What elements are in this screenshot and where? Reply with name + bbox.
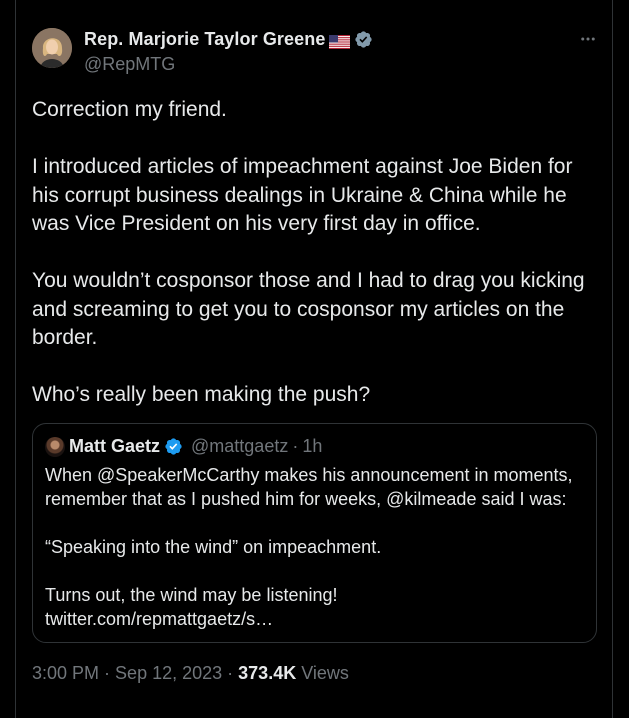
quoted-text: When @SpeakerMcCarthy makes his announce… — [45, 465, 573, 629]
meta-separator: · — [104, 663, 111, 683]
quoted-author-name[interactable]: Matt Gaetz — [69, 436, 160, 457]
quoted-author-avatar[interactable] — [45, 437, 65, 457]
quoted-tweet[interactable]: Matt Gaetz @mattgaetz · 1h When @Speaker… — [32, 423, 597, 643]
views-count[interactable]: 373.4K — [238, 663, 296, 683]
author-handle[interactable]: @RepMTG — [84, 54, 175, 75]
tweet-meta: 3:00 PM · Sep 12, 2023 · 373.4K Views — [32, 663, 349, 684]
verified-gray-icon[interactable] — [354, 30, 373, 49]
us-flag-icon — [329, 33, 351, 49]
verified-blue-icon[interactable] — [164, 437, 183, 456]
quoted-header: Matt Gaetz @mattgaetz · 1h — [69, 436, 322, 457]
author-name[interactable]: Rep. Marjorie Taylor Greene — [84, 29, 325, 50]
quoted-time[interactable]: 1h — [302, 436, 322, 457]
quoted-separator: · — [292, 436, 299, 456]
tweet-text: Correction my friend. I introduced artic… — [32, 98, 585, 406]
meta-separator: · — [227, 663, 234, 683]
author-avatar[interactable] — [32, 28, 72, 68]
quoted-author-handle[interactable]: @mattgaetz — [191, 436, 288, 457]
views-label[interactable]: Views — [301, 663, 349, 683]
tweet-date[interactable]: Sep 12, 2023 — [115, 663, 222, 684]
author-name-row[interactable]: Rep. Marjorie Taylor Greene — [84, 29, 373, 50]
avatar-photo — [32, 28, 72, 68]
more-horizontal-icon[interactable] — [576, 27, 600, 51]
tweet-time[interactable]: 3:00 PM — [32, 663, 99, 684]
